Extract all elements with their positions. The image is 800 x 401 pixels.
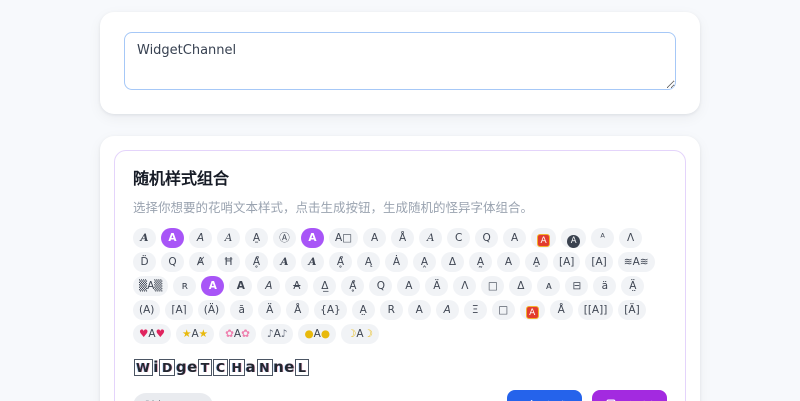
style-badge[interactable]: Å [286, 300, 310, 320]
style-badge[interactable]: (A) [133, 300, 161, 320]
style-badge[interactable]: Ą [357, 252, 380, 272]
style-badge[interactable]: ♥A♥ [133, 324, 172, 344]
style-badge[interactable]: A [217, 228, 240, 248]
style-badge[interactable]: A [189, 228, 212, 248]
generate-button[interactable]: 生成 [506, 390, 582, 401]
style-badge[interactable]: ᴀ [537, 276, 561, 296]
style-badge[interactable]: A [161, 228, 184, 248]
style-badge[interactable]: {A} [314, 300, 347, 320]
style-badge[interactable]: Λ [619, 228, 643, 248]
style-badge[interactable]: A [531, 228, 557, 248]
style-badge[interactable]: Ȧ [385, 252, 408, 272]
style-badge[interactable]: Ḁ̊ [341, 276, 365, 296]
style-badge[interactable]: A [273, 252, 296, 272]
style-badge[interactable]: ●A● [298, 324, 336, 344]
style-badge[interactable]: ʀ [173, 276, 197, 296]
style-badge[interactable]: Δ [441, 252, 464, 272]
style-badge[interactable]: A̱ [525, 252, 548, 272]
style-badge[interactable]: Q [475, 228, 499, 248]
mode-badge: 随机 Style [133, 393, 213, 401]
style-badge[interactable]: ♪A♪ [260, 324, 294, 344]
style-badge[interactable]: Ⓐ [273, 228, 296, 248]
style-badge[interactable]: Ä̤ [621, 276, 645, 296]
style-badge[interactable]: A [407, 300, 431, 320]
style-badge[interactable]: ★A★ [176, 324, 215, 344]
style-badge[interactable]: A [133, 228, 156, 248]
style-badge[interactable]: [[A]] [577, 300, 614, 320]
style-badge[interactable]: □ [481, 276, 505, 296]
style-badge[interactable]: ▒A▒ [133, 276, 169, 296]
style-badge[interactable]: A̭ [413, 252, 436, 272]
style-badge[interactable]: Q [369, 276, 393, 296]
style-badge[interactable]: Ä [425, 276, 449, 296]
style-badge[interactable]: A [229, 276, 253, 296]
style-badge[interactable]: R [379, 300, 403, 320]
generator-panel: 随机样式组合 选择你想要的花哨文本样式，点击生成按钮，生成随机的怪异字体组合。 … [114, 150, 686, 401]
style-badge[interactable]: A□ [329, 228, 359, 248]
style-badge[interactable]: A [561, 228, 587, 248]
input-card: WidgetChannel [100, 12, 700, 114]
style-badge[interactable]: C [447, 228, 471, 248]
source-text-input[interactable]: WidgetChannel [124, 32, 676, 90]
style-badge[interactable]: ≋A≋ [617, 252, 655, 272]
style-badge[interactable]: A [285, 276, 309, 296]
style-badge[interactable]: D̈ [133, 252, 156, 272]
style-badge[interactable]: Λ [453, 276, 477, 296]
result-text: Wi Dge T C Ha Nne L [133, 358, 667, 376]
style-badge[interactable]: Ξ [463, 300, 487, 320]
style-badge[interactable]: Δ̲ [313, 276, 337, 296]
style-badge[interactable]: Ħ [217, 252, 240, 272]
style-badge[interactable]: Δ [509, 276, 533, 296]
style-badge[interactable]: Å [549, 300, 573, 320]
style-badge[interactable]: Ḁ̊ [329, 252, 352, 272]
style-badge[interactable]: ᴬ [591, 228, 615, 248]
style-badge[interactable]: Ä [258, 300, 282, 320]
style-badge[interactable]: ☽A☽ [341, 324, 380, 344]
style-badge[interactable]: A [435, 300, 459, 320]
style-badge[interactable]: ✿A✿ [219, 324, 256, 344]
panel-description: 选择你想要的花哨文本样式，点击生成按钮，生成随机的怪异字体组合。 [133, 200, 534, 215]
style-badge[interactable]: A̤ [351, 300, 375, 320]
generate-button-label: 生成 [542, 397, 568, 401]
style-badge[interactable]: Ⱥ [189, 252, 212, 272]
style-badge[interactable]: A [497, 252, 520, 272]
style-badge[interactable]: [A] [585, 252, 613, 272]
style-badge[interactable]: ⌈A⌉ [165, 300, 193, 320]
generator-card: 随机样式组合 选择你想要的花哨文本样式，点击生成按钮，生成随机的怪异字体组合。 … [100, 136, 700, 401]
copy-button-label: 复制 [627, 397, 653, 401]
style-badge[interactable]: ⊟ [565, 276, 589, 296]
style-badge[interactable]: Å [391, 228, 415, 248]
style-badge[interactable]: A̰ [469, 252, 492, 272]
style-badge[interactable]: □ [491, 300, 515, 320]
copy-button[interactable]: 复制 [591, 390, 667, 401]
style-badge[interactable]: A̱ [245, 228, 268, 248]
style-badge[interactable]: [A] [553, 252, 581, 272]
style-badge[interactable]: ā [230, 300, 254, 320]
style-badge[interactable]: A [257, 276, 281, 296]
style-badge[interactable]: Ḁ̊ [245, 252, 268, 272]
style-badge[interactable]: A [301, 228, 324, 248]
style-badge[interactable]: A [397, 276, 421, 296]
style-badge[interactable]: [Ä] [618, 300, 646, 320]
style-badge[interactable]: A [519, 300, 545, 320]
style-badge[interactable]: Q [161, 252, 184, 272]
style-badge[interactable]: A [419, 228, 443, 248]
style-badge[interactable]: A [503, 228, 527, 248]
panel-footer: 随机 Style 生成 [133, 390, 667, 401]
panel-title: 随机样式组合 [133, 169, 230, 188]
style-badge[interactable]: ä [593, 276, 617, 296]
style-badge[interactable]: A [301, 252, 324, 272]
style-grid: A A A A A̱ Ⓐ A A□ A Å A C Q A A Aᴬ Λ D̈ Q Ⱥ Ħ Ḁ̊ A A Ḁ̊ Ą Ȧ A̭ Δ A̰ A A… [133, 228, 667, 344]
style-badge[interactable]: (Ä) [197, 300, 226, 320]
style-badge[interactable]: A [363, 228, 387, 248]
style-badge[interactable]: A [201, 276, 225, 296]
